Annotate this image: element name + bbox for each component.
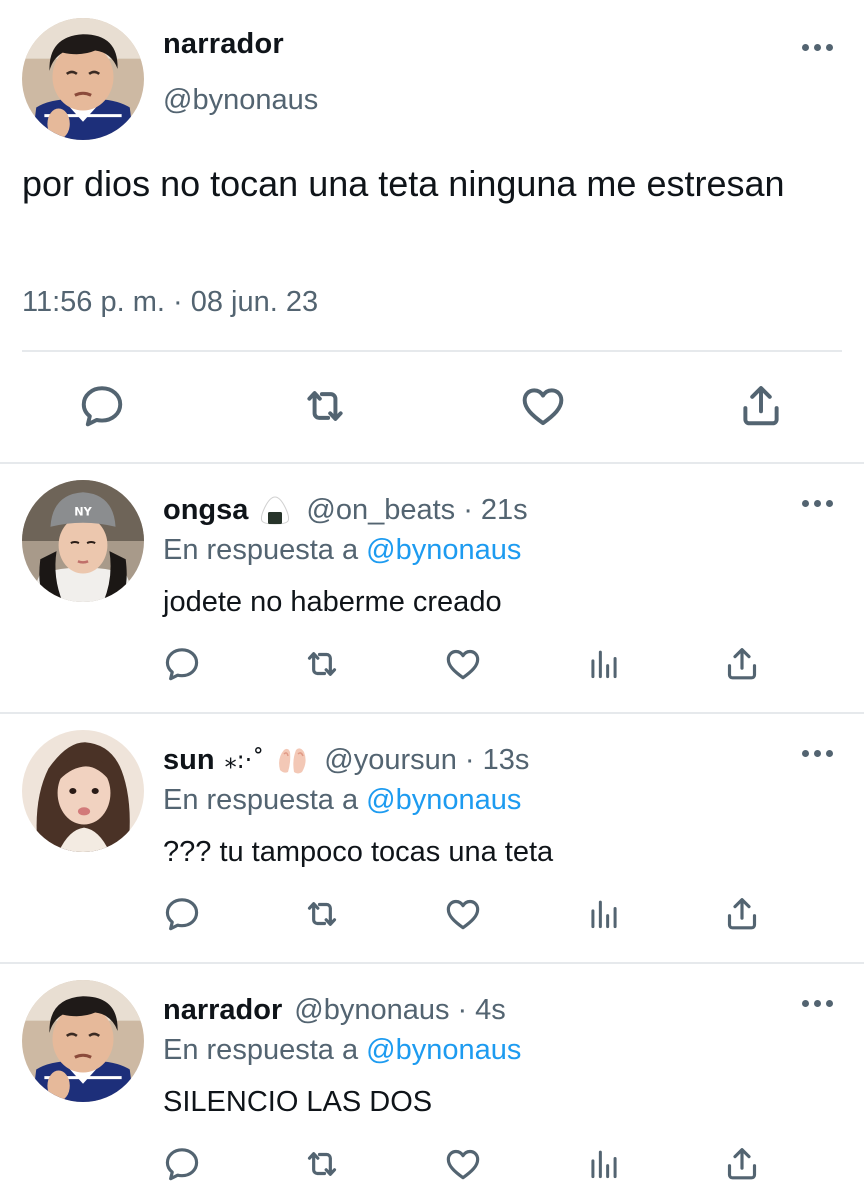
tweet-text: por dios no tocan una teta ninguna me es… — [22, 163, 785, 204]
reply-icon — [77, 381, 127, 431]
more-options-button[interactable] — [802, 750, 833, 757]
share-icon — [722, 894, 762, 934]
reply-tweet[interactable]: sun ⁎:·˚ @yoursun · 13s En respuesta a @… — [0, 714, 864, 964]
share-icon — [722, 1144, 762, 1184]
author-handle[interactable]: @bynonaus — [294, 994, 449, 1027]
more-options-button[interactable] — [802, 44, 833, 51]
retweet-button[interactable] — [300, 642, 344, 686]
reply-tweet[interactable]: ongsa @on_beats · 21s En respuesta a @by… — [0, 464, 864, 714]
analytics-button[interactable] — [582, 642, 626, 686]
analytics-button[interactable] — [582, 1142, 626, 1186]
separator-dot: · — [463, 493, 473, 526]
analytics-button[interactable] — [582, 892, 626, 936]
reply-time[interactable]: 21s — [481, 494, 528, 527]
reply-time[interactable]: 13s — [483, 744, 530, 777]
avatar[interactable] — [22, 18, 144, 140]
share-icon — [722, 644, 762, 684]
more-dots-icon — [802, 500, 833, 507]
reply-header: sun ⁎:·˚ @yoursun · 13s — [163, 742, 529, 778]
separator-dot: · — [457, 993, 468, 1026]
share-button[interactable] — [720, 892, 764, 936]
reply-header: narrador @bynonaus · 4s — [163, 992, 506, 1028]
author-name[interactable]: sun — [163, 744, 215, 777]
author-handle[interactable]: @bynonaus — [163, 84, 318, 117]
reply-button[interactable] — [74, 378, 130, 434]
retweet-icon — [302, 644, 342, 684]
author-name[interactable]: ongsa — [163, 494, 248, 527]
tweet-actions — [0, 892, 864, 936]
separator-dot: · — [464, 743, 475, 776]
like-button[interactable] — [441, 892, 485, 936]
reply-icon — [162, 1144, 202, 1184]
author-name[interactable]: narrador — [163, 994, 282, 1027]
reply-time[interactable]: 4s — [475, 994, 506, 1027]
tweet-actions — [0, 1142, 864, 1186]
retweet-button[interactable] — [297, 378, 353, 434]
reply-button[interactable] — [160, 892, 204, 936]
mention-link[interactable]: @bynonaus — [366, 784, 521, 816]
share-button[interactable] — [720, 1142, 764, 1186]
reply-icon — [162, 894, 202, 934]
avatar[interactable] — [22, 980, 144, 1102]
tweet-actions — [0, 378, 864, 434]
peach-emoji-icon — [274, 744, 310, 776]
divider — [22, 350, 842, 352]
replying-to: En respuesta a @bynonaus — [163, 1034, 521, 1067]
share-button[interactable] — [720, 642, 764, 686]
retweet-icon — [302, 894, 342, 934]
author-handle[interactable]: @yoursun — [324, 744, 457, 777]
like-button[interactable] — [441, 1142, 485, 1186]
avatar[interactable] — [22, 480, 144, 602]
replying-to: En respuesta a @bynonaus — [163, 534, 521, 567]
more-dots-icon — [802, 1000, 833, 1007]
like-button[interactable] — [441, 642, 485, 686]
reply-button[interactable] — [160, 1142, 204, 1186]
reply-icon — [162, 644, 202, 684]
author-handle[interactable]: @on_beats — [306, 494, 455, 527]
analytics-icon — [585, 1145, 623, 1183]
avatar[interactable] — [22, 730, 144, 852]
share-icon — [736, 381, 786, 431]
reply-header: ongsa @on_beats · 21s — [163, 492, 528, 528]
reply-button[interactable] — [160, 642, 204, 686]
main-tweet[interactable]: narrador @bynonaus por dios no tocan una… — [0, 0, 864, 462]
analytics-icon — [585, 645, 623, 683]
mention-link[interactable]: @bynonaus — [366, 1034, 521, 1066]
retweet-button[interactable] — [300, 1142, 344, 1186]
more-options-button[interactable] — [802, 500, 833, 507]
replying-to: En respuesta a @bynonaus — [163, 784, 521, 817]
analytics-icon — [585, 895, 623, 933]
replying-to-label: En respuesta a — [163, 534, 359, 566]
more-options-button[interactable] — [802, 1000, 833, 1007]
tweet-text: ??? tu tampoco tocas una teta — [163, 836, 554, 868]
more-dots-icon — [802, 44, 833, 51]
retweet-button[interactable] — [300, 892, 344, 936]
replying-to-label: En respuesta a — [163, 784, 359, 816]
share-button[interactable] — [733, 378, 789, 434]
retweet-icon — [302, 1144, 342, 1184]
replying-to-label: En respuesta a — [163, 1034, 359, 1066]
onigiri-emoji-icon — [258, 495, 292, 525]
reply-tweet[interactable]: narrador @bynonaus · 4s En respuesta a @… — [0, 964, 864, 1200]
like-icon — [443, 894, 483, 934]
tweet-actions — [0, 642, 864, 686]
more-dots-icon — [802, 750, 833, 757]
sparkle-kaomoji: ⁎:·˚ — [224, 746, 265, 774]
like-icon — [443, 1144, 483, 1184]
like-icon — [518, 381, 568, 431]
tweet-text: SILENCIO LAS DOS — [163, 1086, 433, 1118]
tweet-text: jodete no haberme creado — [163, 586, 502, 618]
retweet-icon — [300, 381, 350, 431]
tweet-timestamp[interactable]: 11:56 p. m. · 08 jun. 23 — [22, 286, 318, 319]
like-icon — [443, 644, 483, 684]
like-button[interactable] — [515, 378, 571, 434]
mention-link[interactable]: @bynonaus — [366, 534, 521, 566]
author-name[interactable]: narrador — [163, 28, 284, 61]
